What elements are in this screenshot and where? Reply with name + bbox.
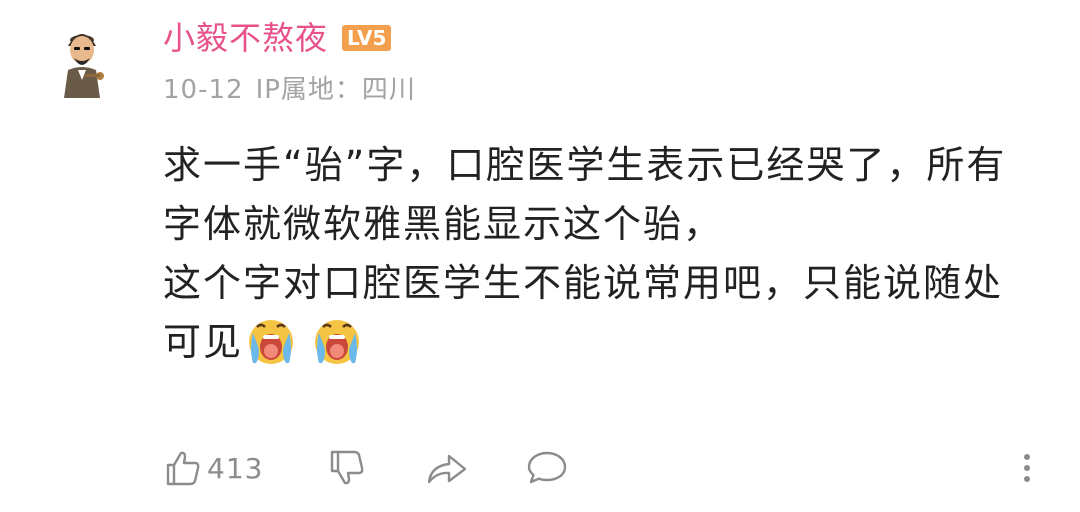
like-count: 413 [207,451,264,485]
level-badge: LV5 [342,25,392,51]
ip-location: IP属地：四川 [255,75,416,105]
comment-header: 小毅不熬夜 LV5 [163,16,392,60]
username[interactable]: 小毅不熬夜 [163,16,328,60]
comment-actions: 413 [163,446,1043,490]
thumbs-down-icon [330,450,364,485]
thumbs-up-icon [166,451,200,486]
comment-last-line: 可见 [163,313,1053,372]
share-button[interactable] [425,446,469,490]
reply-button[interactable] [525,446,569,490]
share-arrow-icon [427,454,467,484]
more-button[interactable] [1017,446,1037,490]
speech-bubble-icon [527,451,567,484]
crying-face-emoji [249,320,294,364]
comment-line: 这个字对口腔医学生不能说常用吧，只能说随处 [163,261,1004,305]
like-button[interactable]: 413 [163,446,263,490]
crying-face-emoji [315,320,360,364]
comment-line: 求一手“骀”字，口腔医学生表示已经哭了，所有 [163,143,1007,187]
comment-meta: 10-12 IP属地：四川 [163,72,416,108]
more-vertical-icon [1024,454,1030,482]
comment-line: 字体就微软雅黑能显示这个骀， [163,202,724,246]
dislike-button[interactable] [327,446,367,490]
avatar[interactable] [50,20,114,102]
comment-line: 可见 [163,320,244,364]
comment-card: 小毅不熬夜 LV5 10-12 IP属地：四川 求一手“骀”字，口腔医学生表示已经… [0,0,1080,512]
comment-date: 10-12 [163,75,244,105]
comment-body: 求一手“骀”字，口腔医学生表示已经哭了，所有 字体就微软雅黑能显示这个骀， 这个… [163,136,1053,372]
